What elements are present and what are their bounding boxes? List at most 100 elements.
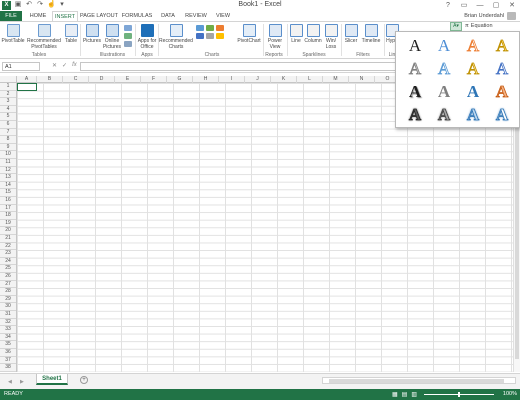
screenshot-icon[interactable] bbox=[124, 41, 132, 47]
row-header-37[interactable]: 37 bbox=[0, 357, 16, 365]
help-icon[interactable]: ? bbox=[444, 0, 452, 11]
line-chart-icon[interactable] bbox=[206, 25, 214, 31]
row-header-18[interactable]: 18 bbox=[0, 212, 16, 220]
column-header-e[interactable]: E bbox=[115, 76, 141, 83]
row-header-10[interactable]: 10 bbox=[0, 151, 16, 159]
row-header-7[interactable]: 7 bbox=[0, 129, 16, 137]
row-header-26[interactable]: 26 bbox=[0, 273, 16, 281]
row-header-22[interactable]: 22 bbox=[0, 243, 16, 251]
recommended-pivottables-button[interactable]: Recommended PivotTables bbox=[27, 24, 61, 50]
area-chart-icon[interactable] bbox=[206, 33, 214, 39]
shapes-icon[interactable] bbox=[124, 25, 132, 31]
row-header-23[interactable]: 23 bbox=[0, 250, 16, 258]
row-header-30[interactable]: 30 bbox=[0, 303, 16, 311]
row-header-8[interactable]: 8 bbox=[0, 136, 16, 144]
close-icon[interactable]: ✕ bbox=[508, 0, 516, 11]
column-header-k[interactable]: K bbox=[271, 76, 297, 83]
column-header-l[interactable]: L bbox=[297, 76, 323, 83]
wordart-button[interactable]: A▾ bbox=[450, 22, 462, 31]
maximize-icon[interactable]: ▢ bbox=[492, 0, 500, 11]
wordart-style-16[interactable]: A bbox=[489, 104, 515, 126]
tab-page-layout[interactable]: PAGE LAYOUT bbox=[80, 11, 118, 21]
wordart-style-1[interactable]: A bbox=[402, 35, 428, 57]
wordart-style-7[interactable]: A bbox=[460, 58, 486, 80]
cancel-icon[interactable]: ✕ bbox=[52, 62, 57, 69]
active-cell[interactable] bbox=[17, 83, 37, 91]
tab-formulas[interactable]: FORMULAS bbox=[120, 11, 154, 21]
minimize-icon[interactable]: — bbox=[476, 0, 484, 11]
ribbon-display-icon[interactable]: ▭ bbox=[460, 0, 468, 11]
smartart-icon[interactable] bbox=[124, 33, 132, 39]
row-header-27[interactable]: 27 bbox=[0, 281, 16, 289]
scroll-sheets-left-icon[interactable]: ◀ bbox=[8, 379, 12, 385]
row-header-33[interactable]: 33 bbox=[0, 326, 16, 334]
online-pictures-button[interactable]: Online Pictures bbox=[102, 24, 122, 50]
tab-insert[interactable]: INSERT bbox=[52, 11, 78, 21]
bar-chart-icon[interactable] bbox=[196, 33, 204, 39]
tab-review[interactable]: REVIEW bbox=[182, 11, 210, 21]
row-header-5[interactable]: 5 bbox=[0, 113, 16, 121]
row-header-14[interactable]: 14 bbox=[0, 182, 16, 190]
sparkline-line-button[interactable]: Line bbox=[289, 24, 303, 44]
row-header-25[interactable]: 25 bbox=[0, 265, 16, 273]
column-header-j[interactable]: J bbox=[245, 76, 271, 83]
column-header-i[interactable]: I bbox=[219, 76, 245, 83]
row-header-34[interactable]: 34 bbox=[0, 334, 16, 342]
row-header-28[interactable]: 28 bbox=[0, 288, 16, 296]
column-header-h[interactable]: H bbox=[193, 76, 219, 83]
page-break-view-icon[interactable]: ▥ bbox=[411, 391, 417, 398]
pivottable-button[interactable]: PivotTable bbox=[1, 24, 25, 44]
wordart-style-8[interactable]: A bbox=[489, 58, 515, 80]
wordart-style-6[interactable]: A bbox=[431, 58, 457, 80]
wordart-style-5[interactable]: A bbox=[402, 58, 428, 80]
row-header-29[interactable]: 29 bbox=[0, 296, 16, 304]
column-header-f[interactable]: F bbox=[141, 76, 167, 83]
new-sheet-icon[interactable]: + bbox=[80, 376, 88, 384]
column-header-a[interactable]: A bbox=[17, 76, 37, 83]
shapes-smartart-screenshot[interactable] bbox=[124, 25, 132, 47]
table-button[interactable]: Table bbox=[63, 24, 79, 44]
sparkline-win-loss-button[interactable]: Win/ Loss bbox=[323, 24, 339, 50]
sheet-tab-sheet1[interactable]: Sheet1 bbox=[36, 374, 68, 385]
column-header-m[interactable]: M bbox=[323, 76, 349, 83]
wordart-style-2[interactable]: A bbox=[431, 35, 457, 57]
vertical-scroll-thumb[interactable] bbox=[515, 89, 519, 359]
scatter-chart-icon[interactable] bbox=[216, 33, 224, 39]
enter-icon[interactable]: ✓ bbox=[62, 62, 67, 69]
timeline-button[interactable]: Timeline bbox=[360, 24, 382, 44]
tab-home[interactable]: HOME bbox=[26, 11, 50, 21]
row-header-6[interactable]: 6 bbox=[0, 121, 16, 129]
wordart-style-14[interactable]: A bbox=[431, 104, 457, 126]
horizontal-scroll-thumb[interactable] bbox=[329, 379, 504, 383]
avatar[interactable] bbox=[507, 12, 516, 20]
wordart-style-3[interactable]: A bbox=[460, 35, 486, 57]
row-header-1[interactable]: 1 bbox=[0, 83, 16, 91]
tab-data[interactable]: DATA bbox=[157, 11, 179, 21]
zoom-level[interactable]: 100% bbox=[503, 391, 517, 397]
page-layout-view-icon[interactable]: ▤ bbox=[402, 391, 408, 398]
wordart-style-13[interactable]: A bbox=[402, 104, 428, 126]
tab-view[interactable]: VIEW bbox=[212, 11, 234, 21]
column-chart-icon[interactable] bbox=[196, 25, 204, 31]
row-header-15[interactable]: 15 bbox=[0, 189, 16, 197]
column-header-b[interactable]: B bbox=[37, 76, 63, 83]
zoom-slider[interactable] bbox=[424, 392, 494, 397]
row-header-16[interactable]: 16 bbox=[0, 197, 16, 205]
recommended-charts-button[interactable]: Recommended Charts bbox=[159, 24, 193, 50]
wordart-style-10[interactable]: A bbox=[431, 81, 457, 103]
row-header-35[interactable]: 35 bbox=[0, 341, 16, 349]
column-header-n[interactable]: N bbox=[349, 76, 375, 83]
horizontal-scrollbar[interactable] bbox=[322, 377, 516, 384]
fx-icon[interactable]: fx bbox=[72, 62, 77, 69]
row-header-9[interactable]: 9 bbox=[0, 144, 16, 152]
wordart-style-4[interactable]: A bbox=[489, 35, 515, 57]
row-header-20[interactable]: 20 bbox=[0, 227, 16, 235]
user-name[interactable]: Brian Underdahl bbox=[464, 11, 504, 21]
tab-file[interactable]: FILE bbox=[0, 11, 22, 21]
row-header-17[interactable]: 17 bbox=[0, 205, 16, 213]
column-header-d[interactable]: D bbox=[89, 76, 115, 83]
row-header-12[interactable]: 12 bbox=[0, 167, 16, 175]
row-header-24[interactable]: 24 bbox=[0, 258, 16, 266]
row-header-38[interactable]: 38 bbox=[0, 364, 16, 372]
apps-for-office-button[interactable]: Apps for Office bbox=[137, 24, 157, 50]
